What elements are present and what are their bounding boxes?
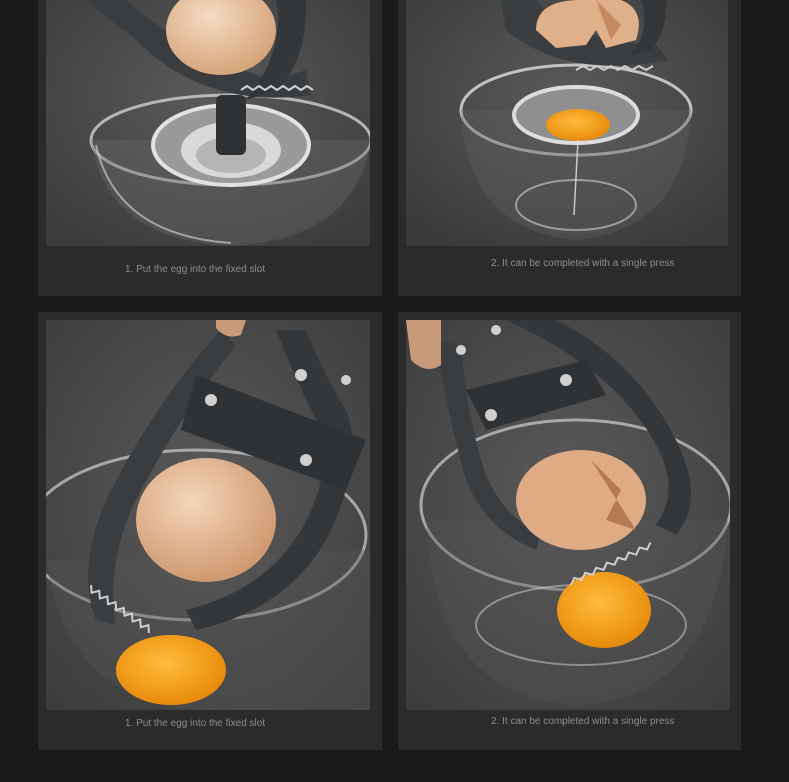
egg-cracker-illustration: [46, 320, 370, 710]
step-caption: 2. It can be completed with a single pre…: [491, 716, 675, 727]
step-card-4: 2. It can be completed with a single pre…: [398, 312, 741, 750]
egg-cracker-illustration: [46, 0, 370, 246]
egg-cracker-illustration: [406, 320, 730, 710]
egg-cracker-illustration: [406, 0, 728, 246]
step-card-2: 2. It can be completed with a single pre…: [398, 0, 741, 296]
step-caption: 1. Put the egg into the fixed slot: [125, 264, 266, 275]
step-card-3: 1. Put the egg into the fixed slot: [38, 312, 382, 750]
step-photo-4: [406, 320, 730, 710]
step-card-1: 1. Put the egg into the fixed slot: [38, 0, 382, 296]
step-photo-2: [406, 0, 728, 246]
step-photo-1: [46, 0, 370, 246]
step-caption: 2. It can be completed with a single pre…: [491, 258, 675, 269]
step-caption: 1. Put the egg into the fixed slot: [125, 718, 266, 729]
step-photo-3: [46, 320, 370, 710]
